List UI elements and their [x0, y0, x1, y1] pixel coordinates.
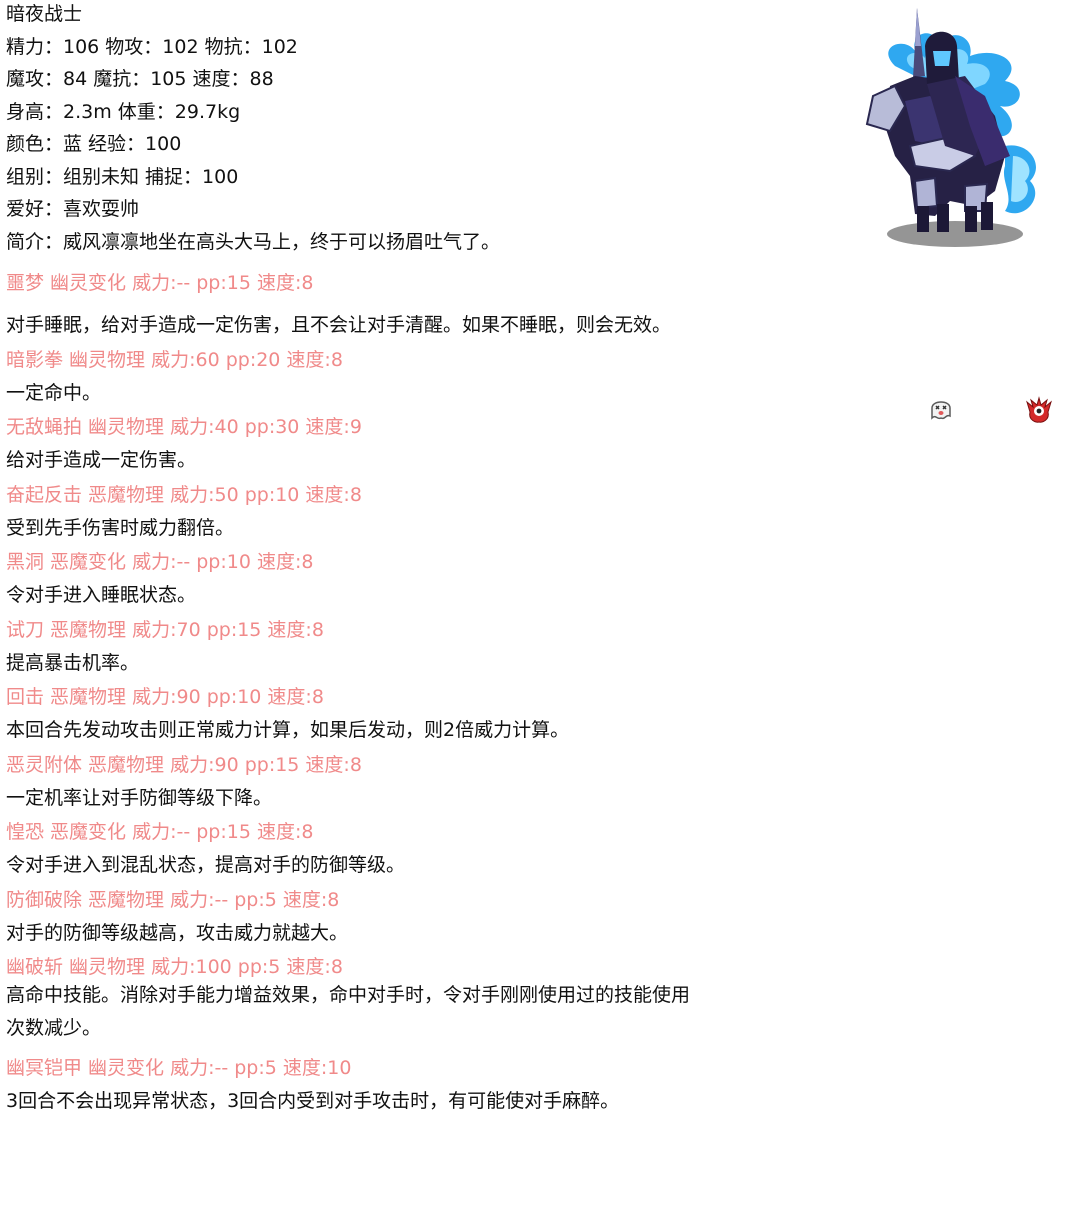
- skill-header: 防御破除 恶魔物理 威力:-- pp:5 速度:8: [6, 888, 340, 911]
- pet-name: 暗夜战士: [6, 3, 83, 25]
- skill-description: 本回合先发动攻击则正常威力计算，如果后发动，则2倍威力计算。: [6, 719, 570, 741]
- skill-description: 对手的防御等级越高，攻击威力就越大。: [6, 921, 349, 944]
- skill-header: 惶恐 恶魔变化 威力:-- pp:15 速度:8: [6, 821, 314, 843]
- stats-line-4: 颜色：蓝 经验：100: [6, 133, 182, 155]
- skill-item: 惶恐 恶魔变化 威力:-- pp:15 速度:8 令对手进入到混乱状态，提高对手…: [6, 809, 806, 877]
- skill-header: 黑洞 恶魔变化 威力:-- pp:10 速度:8: [6, 551, 314, 573]
- skill-item: 回击 恶魔物理 威力:90 pp:10 速度:8 本回合先发动攻击则正常威力计算…: [6, 674, 806, 742]
- skill-item: 暗影拳 幽灵物理 威力:60 pp:20 速度:8 一定命中。: [6, 337, 806, 405]
- skill-item: 恶灵附体 恶魔物理 威力:90 pp:15 速度:8 一定机率让对手防御等级下降…: [6, 742, 806, 810]
- pet-intro: 简介：威风凛凛地坐在高头大马上，终于可以扬眉吐气了。: [6, 230, 501, 253]
- skill-header: 试刀 恶魔物理 威力:70 pp:15 速度:8: [6, 618, 324, 641]
- skill-header: 噩梦 幽灵变化 威力:-- pp:15 速度:8: [6, 272, 314, 294]
- skill-item: 无敌蝇拍 幽灵物理 威力:40 pp:30 速度:9 给对手造成一定伤害。: [6, 404, 806, 472]
- skill-item: 噩梦 幽灵变化 威力:-- pp:15 速度:8 对手睡眠，给对手造成一定伤害，…: [6, 260, 806, 337]
- skill-item: 幽破斩 幽灵物理 威力:100 pp:5 速度:8 高命中技能。消除对手能力增益…: [6, 944, 806, 1045]
- skill-description: 令对手进入到混乱状态，提高对手的防御等级。: [6, 854, 406, 876]
- stats-line-5: 组别：组别未知 捕捉：100: [6, 165, 239, 188]
- skill-header: 回击 恶魔物理 威力:90 pp:10 速度:8: [6, 686, 324, 708]
- pet-info: 暗夜战士 精力：106 物攻：102 物抗：102 魔攻：84 魔抗：105 速…: [6, 0, 806, 260]
- skill-list: 噩梦 幽灵变化 威力:-- pp:15 速度:8 对手睡眠，给对手造成一定伤害，…: [6, 260, 806, 1113]
- stats-line-2: 魔攻：84 魔抗：105 速度：88: [6, 68, 274, 90]
- skill-item: 幽冥铠甲 幽灵变化 威力:-- pp:5 速度:10 3回合不会出现异常状态，3…: [6, 1045, 806, 1113]
- skill-description: 给对手造成一定伤害。: [6, 449, 197, 471]
- pet-detail: 暗夜战士 精力：106 物攻：102 物抗：102 魔攻：84 魔抗：105 速…: [6, 0, 806, 1113]
- skill-item: 奋起反击 恶魔物理 威力:50 pp:10 速度:8 受到先手伤害时威力翻倍。: [6, 472, 806, 540]
- ghost-type-icon: [931, 401, 951, 420]
- skill-header: 幽冥铠甲 幽灵变化 威力:-- pp:5 速度:10: [6, 1057, 352, 1079]
- skill-description: 令对手进入睡眠状态。: [6, 584, 197, 606]
- skill-description: 一定命中。: [6, 381, 102, 404]
- skill-description: 3回合不会出现异常状态，3回合内受到对手攻击时，有可能使对手麻醉。: [6, 1090, 620, 1112]
- skill-item: 黑洞 恶魔变化 威力:-- pp:10 速度:8 令对手进入睡眠状态。: [6, 539, 806, 607]
- skill-header: 暗影拳 幽灵物理 威力:60 pp:20 速度:8: [6, 348, 343, 371]
- skill-description: 对手睡眠，给对手造成一定伤害，且不会让对手清醒。如果不睡眠，则会无效。: [6, 314, 672, 336]
- skill-header: 恶灵附体 恶魔物理 威力:90 pp:15 速度:8: [6, 753, 362, 776]
- skill-item: 试刀 恶魔物理 威力:70 pp:15 速度:8 提高暴击机率。: [6, 607, 806, 675]
- skill-header: 奋起反击 恶魔物理 威力:50 pp:10 速度:8: [6, 483, 362, 506]
- skill-description: 高命中技能。消除对手能力增益效果，命中对手时，令对手刚刚使用过的技能使用次数减少…: [6, 984, 691, 1039]
- stats-line-1: 精力：106 物攻：102 物抗：102: [6, 35, 298, 58]
- pet-hobby: 爱好：喜欢耍帅: [6, 198, 140, 220]
- stats-line-3: 身高：2.3m 体重：29.7kg: [6, 100, 241, 123]
- demon-type-icon: [1026, 396, 1052, 423]
- skill-description: 受到先手伤害时威力翻倍。: [6, 516, 235, 539]
- skill-header: 幽破斩 幽灵物理 威力:100 pp:5 速度:8: [6, 956, 343, 978]
- skill-header: 无敌蝇拍 幽灵物理 威力:40 pp:30 速度:9: [6, 416, 362, 438]
- skill-description: 一定机率让对手防御等级下降。: [6, 786, 273, 809]
- dark-knight-on-horse-image: [865, 8, 1036, 247]
- skill-item: 防御破除 恶魔物理 威力:-- pp:5 速度:8 对手的防御等级越高，攻击威力…: [6, 877, 806, 945]
- skill-description: 提高暴击机率。: [6, 651, 140, 674]
